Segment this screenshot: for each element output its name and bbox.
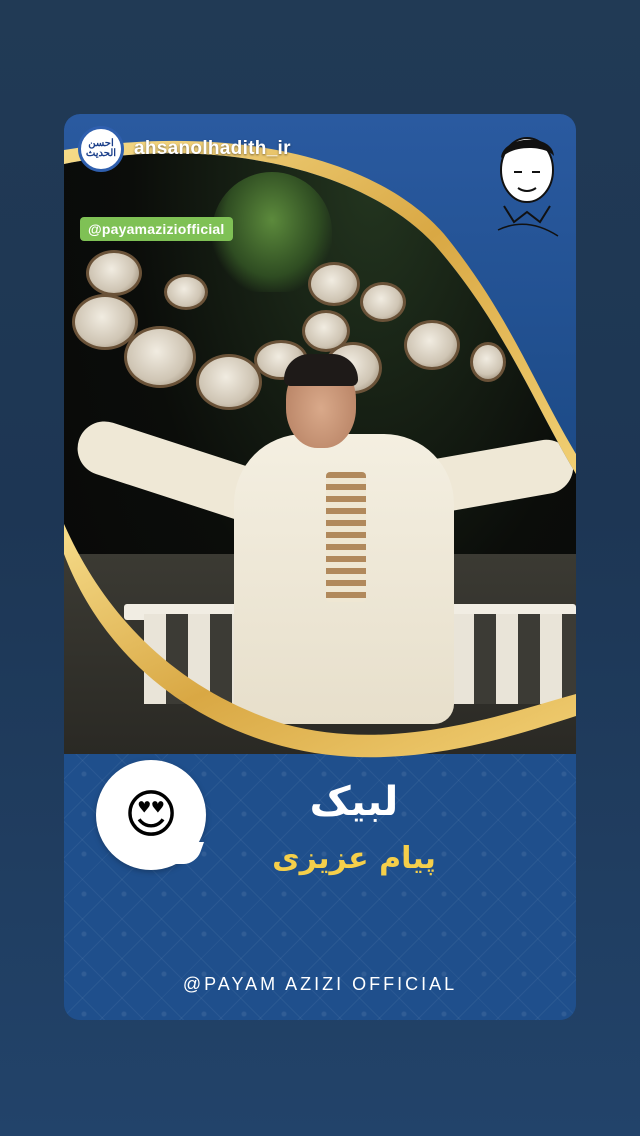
heart-eyes-emoji-icon: 😍 bbox=[123, 785, 179, 845]
portrait-sketch-icon bbox=[484, 126, 570, 244]
story-header: احسن الحدیث ahsanolhadith_ir bbox=[78, 126, 291, 172]
story-card: احسن الحدیث ahsanolhadith_ir @payamazizi… bbox=[64, 114, 576, 1020]
account-avatar[interactable]: احسن الحدیث bbox=[78, 126, 124, 172]
artist-name: پیام عزیزی bbox=[272, 841, 436, 876]
mention-tag[interactable]: @payamaziziofficial bbox=[80, 217, 233, 241]
footer-handle: @PAYAM AZIZI OFFICIAL bbox=[182, 974, 458, 994]
song-title: لبیک bbox=[309, 779, 399, 825]
account-username[interactable]: ahsanolhadith_ir bbox=[134, 138, 291, 160]
avatar-logo-text: احسن الحدیث bbox=[85, 138, 117, 159]
